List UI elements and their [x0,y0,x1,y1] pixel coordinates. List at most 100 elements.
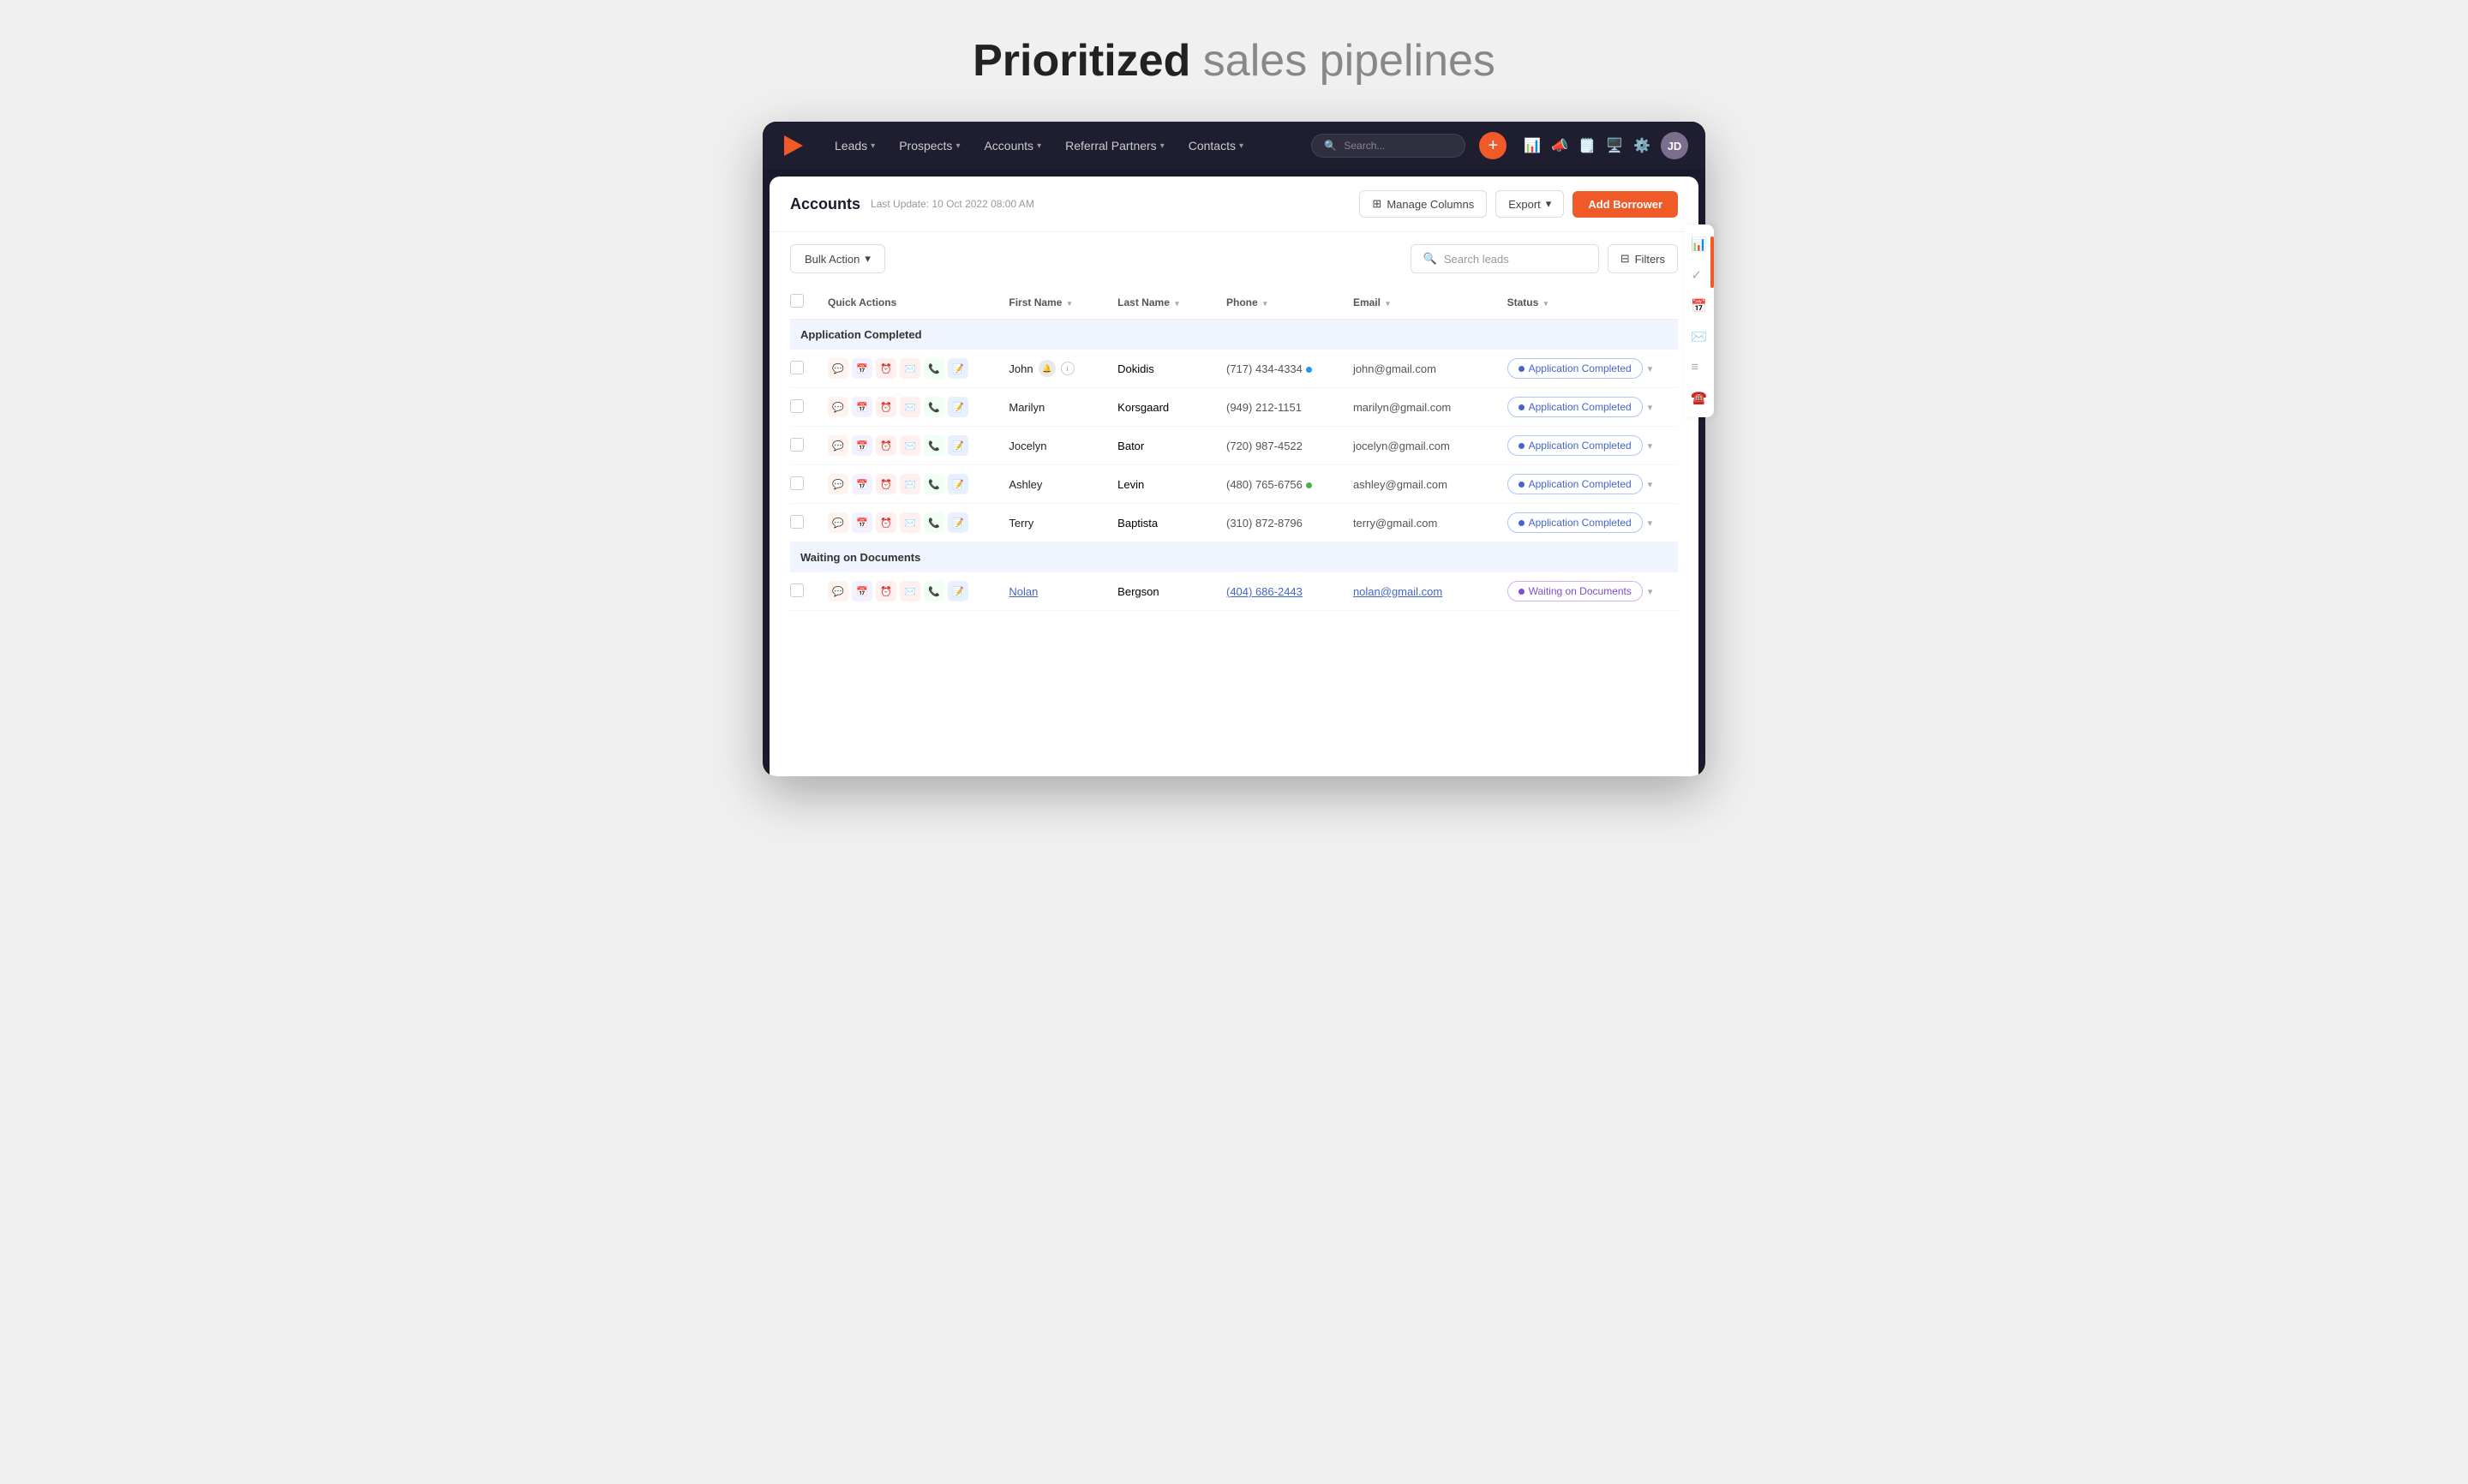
logo-arrow-icon [784,135,803,156]
email-action-icon[interactable]: ✉️ [900,581,920,601]
nav-add-button[interactable]: + [1479,132,1507,159]
chat-action-icon[interactable]: 💬 [828,358,848,379]
row-checkbox[interactable] [790,476,804,490]
calendar-action-icon[interactable]: 📅 [852,512,872,533]
side-panel-charts-icon[interactable]: 📊 [1691,236,1707,252]
export-button[interactable]: Export ▾ [1495,190,1564,218]
email-action-icon[interactable]: ✉️ [900,435,920,456]
status-badge[interactable]: Application Completed [1507,397,1643,417]
email-cell: jocelyn@gmail.com [1343,427,1497,465]
status-chevron-icon[interactable]: ▾ [1648,518,1653,529]
settings-icon[interactable]: ⚙️ [1633,137,1650,154]
action-icons: 💬 📅 ⏰ ✉️ 📞 📝 [828,581,988,601]
nav-item-referral-partners[interactable]: Referral Partners ▾ [1055,134,1175,158]
logo[interactable] [780,132,807,159]
calendar-action-icon[interactable]: 📅 [852,397,872,417]
side-panel-list-icon[interactable]: ≡ [1691,360,1707,374]
status-badge[interactable]: Application Completed [1507,435,1643,456]
calendar-action-icon[interactable]: 📅 [852,435,872,456]
calendar-action-icon[interactable]: 📅 [852,474,872,494]
phone-action-icon[interactable]: 📞 [924,358,944,379]
calendar-action-icon[interactable]: 📅 [852,581,872,601]
note-action-icon[interactable]: 📝 [948,397,968,417]
nav-item-prospects[interactable]: Prospects ▾ [889,134,970,158]
status-badge[interactable]: Application Completed [1507,474,1643,494]
clock-action-icon[interactable]: ⏰ [876,397,896,417]
row-checkbox[interactable] [790,583,804,597]
reports-icon[interactable]: 📊 [1524,137,1541,154]
first-name-link[interactable]: Nolan [1009,585,1038,598]
side-panel-calendar-icon[interactable]: 📅 [1691,298,1707,314]
select-all-header[interactable] [790,285,818,320]
first-name-header[interactable]: First Name ▾ [998,285,1107,320]
status-header[interactable]: Status ▾ [1497,285,1678,320]
user-avatar[interactable]: JD [1661,132,1688,159]
clock-action-icon[interactable]: ⏰ [876,512,896,533]
screen-share-icon[interactable]: 🖥️ [1606,137,1623,154]
action-icons-cell: 💬 📅 ⏰ ✉️ 📞 📝 [818,465,998,504]
chat-action-icon[interactable]: 💬 [828,435,848,456]
phone-action-icon[interactable]: 📞 [924,581,944,601]
bulk-action-button[interactable]: Bulk Action ▾ [790,244,885,273]
status-badge[interactable]: Waiting on Documents [1507,581,1643,601]
email-header[interactable]: Email ▾ [1343,285,1497,320]
note-action-icon[interactable]: 📝 [948,474,968,494]
nav-search[interactable]: 🔍 Search... [1311,134,1465,158]
status-badge[interactable]: Application Completed [1507,512,1643,533]
calendar-action-icon[interactable]: 📅 [852,358,872,379]
clock-action-icon[interactable]: ⏰ [876,435,896,456]
accounts-table: Quick Actions First Name ▾ Last Name ▾ [790,285,1678,611]
phone-action-icon[interactable]: 📞 [924,397,944,417]
note-action-icon[interactable]: 📝 [948,581,968,601]
filters-button[interactable]: ⊟ Filters [1608,244,1678,273]
clock-action-icon[interactable]: ⏰ [876,581,896,601]
announcements-icon[interactable]: 📣 [1551,137,1568,154]
phone-action-icon[interactable]: 📞 [924,474,944,494]
status-cell-inner: Waiting on Documents ▾ [1507,581,1668,601]
email-action-icon[interactable]: ✉️ [900,358,920,379]
phone-action-icon[interactable]: 📞 [924,512,944,533]
email-link[interactable]: nolan@gmail.com [1353,585,1442,598]
chat-action-icon[interactable]: 💬 [828,474,848,494]
search-leads-input[interactable]: 🔍 Search leads [1411,244,1599,273]
add-borrower-button[interactable]: Add Borrower [1572,191,1678,218]
email-action-icon[interactable]: ✉️ [900,397,920,417]
nav-item-leads[interactable]: Leads ▾ [824,134,885,158]
row-checkbox-cell [790,465,818,504]
note-action-icon[interactable]: 📝 [948,512,968,533]
nav-item-contacts[interactable]: Contacts ▾ [1178,134,1254,158]
info-icon[interactable]: i [1061,362,1075,375]
row-checkbox[interactable] [790,399,804,413]
status-chevron-icon[interactable]: ▾ [1648,586,1653,597]
note-action-icon[interactable]: 📝 [948,358,968,379]
status-badge[interactable]: Application Completed [1507,358,1643,379]
phone-action-icon[interactable]: 📞 [924,435,944,456]
side-panel-phone-icon[interactable]: ☎️ [1691,390,1707,405]
status-chevron-icon[interactable]: ▾ [1648,440,1653,452]
tasks-icon[interactable]: 🗒️ [1578,137,1596,154]
last-name-cell: Bergson [1107,572,1216,611]
last-name-header[interactable]: Last Name ▾ [1107,285,1216,320]
row-checkbox[interactable] [790,438,804,452]
side-panel-mail-icon[interactable]: ✉️ [1691,329,1707,344]
phone-header[interactable]: Phone ▾ [1216,285,1343,320]
email-action-icon[interactable]: ✉️ [900,474,920,494]
clock-action-icon[interactable]: ⏰ [876,474,896,494]
phone-link[interactable]: (404) 686-2443 [1226,585,1303,598]
table-group-header: Application Completed [790,320,1678,350]
chat-action-icon[interactable]: 💬 [828,581,848,601]
manage-columns-button[interactable]: ⊞ Manage Columns [1359,190,1487,218]
chat-action-icon[interactable]: 💬 [828,397,848,417]
email-action-icon[interactable]: ✉️ [900,512,920,533]
row-checkbox[interactable] [790,515,804,529]
note-action-icon[interactable]: 📝 [948,435,968,456]
chat-action-icon[interactable]: 💬 [828,512,848,533]
row-checkbox[interactable] [790,361,804,374]
status-chevron-icon[interactable]: ▾ [1648,363,1653,374]
status-chevron-icon[interactable]: ▾ [1648,402,1653,413]
status-chevron-icon[interactable]: ▾ [1648,479,1653,490]
clock-action-icon[interactable]: ⏰ [876,358,896,379]
select-all-checkbox[interactable] [790,294,804,308]
nav-item-accounts[interactable]: Accounts ▾ [973,134,1051,158]
side-panel-check-icon[interactable]: ✓ [1691,267,1707,283]
